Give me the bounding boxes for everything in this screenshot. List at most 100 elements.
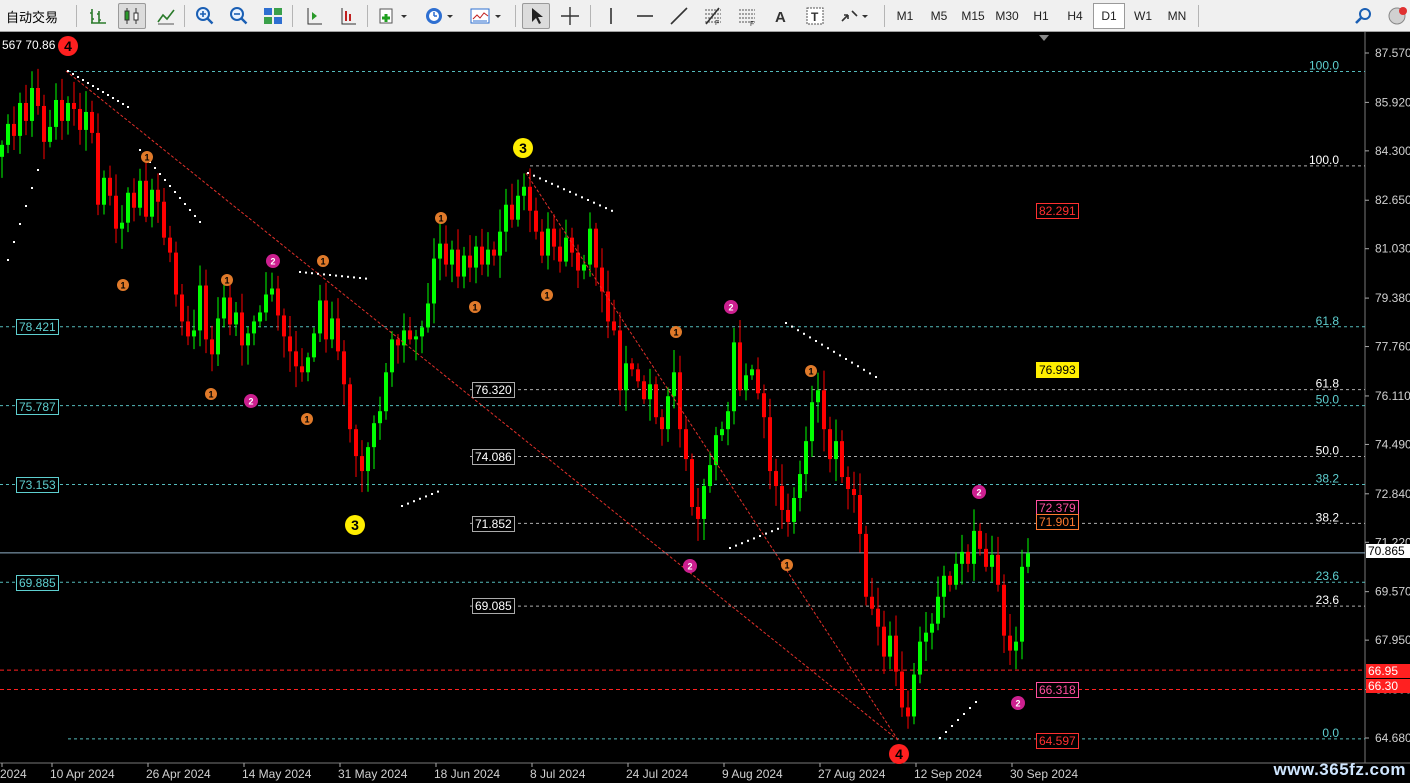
candle-body: [96, 132, 100, 205]
candle-body: [918, 641, 922, 675]
left-price-label: 78.421: [16, 319, 59, 335]
wave-marker-label: 1: [304, 415, 309, 425]
cursor-icon[interactable]: [522, 3, 550, 29]
toolbar-separator: [76, 5, 77, 27]
candle-body: [294, 351, 298, 367]
auto-scroll-icon[interactable]: [334, 3, 362, 29]
price-scale-label: 84.300: [1375, 144, 1410, 158]
candle-body: [6, 123, 10, 145]
candle-body: [114, 195, 118, 229]
candle-body: [846, 477, 850, 490]
candle-body: [594, 228, 598, 268]
horizontal-line-icon[interactable]: [631, 3, 659, 29]
trailing-stop-dot: [19, 223, 21, 225]
trailing-stop-dot: [869, 372, 871, 375]
wave-marker-label: 1: [120, 281, 125, 291]
wave-marker-label: 1: [544, 291, 549, 301]
candle-body: [648, 384, 652, 400]
mid-price-label: 71.852: [472, 516, 515, 532]
trailing-stop-dot: [551, 182, 553, 185]
trailing-stop-dot: [575, 193, 577, 196]
trailing-stop-dot: [199, 221, 201, 223]
candle-body: [372, 423, 376, 448]
candle-body: [912, 674, 916, 717]
bar-chart-icon[interactable]: [84, 3, 112, 29]
indicators-icon[interactable]: [374, 3, 414, 29]
candle-body: [540, 231, 544, 256]
candle-body: [882, 626, 886, 657]
timeframe-m5-button[interactable]: M5: [923, 3, 955, 29]
vertical-line-icon[interactable]: [597, 3, 625, 29]
fibonacci-icon[interactable]: F: [699, 3, 727, 29]
trailing-stop-dot: [329, 274, 331, 276]
line-chart-icon[interactable]: [152, 3, 180, 29]
search-icon[interactable]: [1350, 3, 1378, 29]
crosshair-icon[interactable]: [556, 3, 584, 29]
candle-body: [942, 575, 946, 597]
date-axis-label: 31 May 2024: [338, 767, 408, 781]
candle-body: [0, 144, 4, 157]
candle-body: [702, 486, 706, 519]
date-axis-label: 8 Jul 2024: [530, 767, 586, 781]
timeframe-m1-button[interactable]: M1: [889, 3, 921, 29]
trailing-stop-dot: [82, 79, 84, 81]
chart-shift-icon[interactable]: [300, 3, 328, 29]
trailing-stop-dot: [437, 490, 439, 493]
zoom-out-icon[interactable]: [225, 3, 253, 29]
trailing-stop-dot: [122, 103, 124, 105]
toolbar-separator: [590, 5, 591, 27]
trailing-stop-dot: [425, 495, 427, 498]
current-price-tag: 70.865: [1366, 544, 1410, 558]
price-chart[interactable]: 87.570 85.920 84.300 82.650 81.030 79.380 77.7…: [0, 32, 1410, 783]
candlestick-icon[interactable]: [118, 3, 146, 29]
timeframe-m15-button[interactable]: M15: [957, 3, 989, 29]
trailing-stop-dot: [31, 187, 33, 189]
date-axis-label: 2024: [0, 767, 27, 781]
trendline-icon[interactable]: [665, 3, 693, 29]
timeframe-w1-button[interactable]: W1: [1127, 3, 1159, 29]
trailing-stop-dot: [945, 731, 947, 733]
fibonacci-fan-icon[interactable]: F: [733, 3, 761, 29]
svg-text:F: F: [750, 21, 754, 27]
timeframe-h4-button[interactable]: H4: [1059, 3, 1091, 29]
candle-body: [996, 554, 1000, 585]
text-icon[interactable]: A: [767, 3, 795, 29]
candle-body: [666, 396, 670, 430]
timeframe-mn-button[interactable]: MN: [1161, 3, 1193, 29]
candle-body: [990, 554, 994, 567]
candle-body: [252, 321, 256, 334]
trailing-stop-dot: [102, 91, 104, 93]
candle-body: [354, 429, 358, 457]
timeframe-m30-button[interactable]: M30: [991, 3, 1023, 29]
text-label-icon[interactable]: T: [801, 3, 829, 29]
date-axis-label: 24 Jul 2024: [626, 767, 688, 781]
candle-body: [894, 635, 898, 672]
wave-marker-label: 3: [351, 517, 359, 533]
tile-windows-icon[interactable]: [259, 3, 287, 29]
candle-body: [978, 530, 982, 549]
auto-trading-button[interactable]: 自动交易: [2, 4, 62, 28]
candle-body: [516, 195, 520, 220]
candle-body: [936, 596, 940, 624]
candle-body: [696, 506, 700, 519]
zoom-in-icon[interactable]: [191, 3, 219, 29]
candle-body: [432, 258, 436, 304]
candle-body: [288, 336, 292, 352]
candle-body: [528, 186, 532, 211]
wave-marker-label: 1: [673, 328, 678, 338]
alert-icon[interactable]: [1384, 3, 1410, 29]
candle-body: [108, 177, 112, 196]
templates-icon[interactable]: [466, 3, 508, 29]
price-scale-label: 79.380: [1375, 291, 1410, 305]
period-icon[interactable]: [420, 3, 460, 29]
toolbar-separator: [292, 5, 293, 27]
trailing-stop-dot: [107, 94, 109, 96]
arrows-icon[interactable]: [835, 3, 875, 29]
trailing-stop-dot: [299, 271, 301, 273]
timeframe-d1-button[interactable]: D1: [1093, 3, 1125, 29]
date-axis-label: 9 Aug 2024: [722, 767, 783, 781]
candle-body: [828, 429, 832, 460]
price-scale-label: 77.760: [1375, 340, 1410, 354]
timeframe-h1-button[interactable]: H1: [1025, 3, 1057, 29]
candle-body: [768, 417, 772, 472]
